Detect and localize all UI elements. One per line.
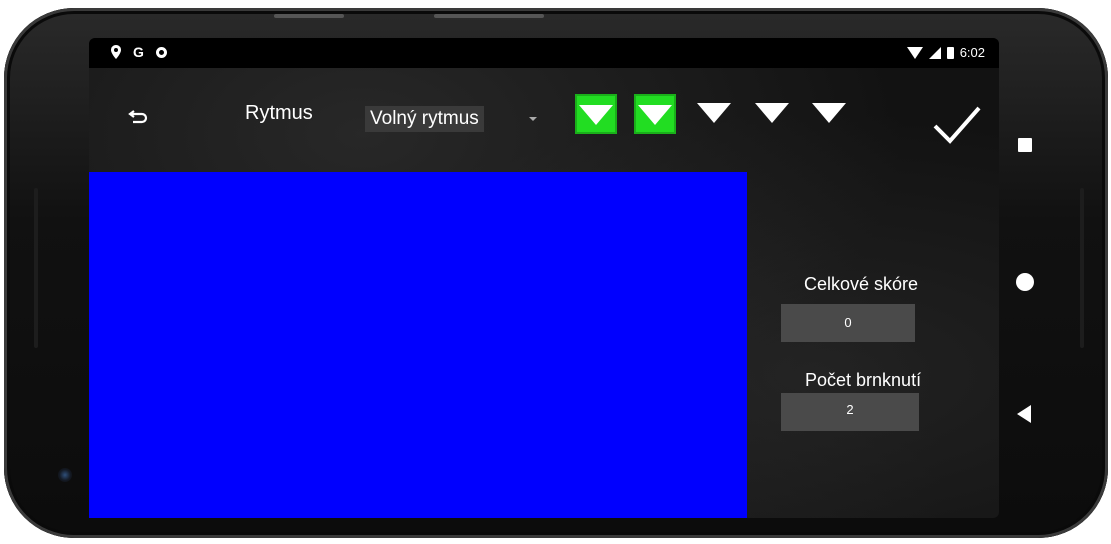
status-time: 6:02 bbox=[959, 45, 985, 60]
strum-down-icon bbox=[697, 103, 731, 123]
strum-button-2[interactable] bbox=[634, 94, 676, 134]
front-camera bbox=[58, 468, 72, 482]
strum-button-1[interactable] bbox=[575, 94, 617, 134]
total-score-label: Celkové skóre bbox=[804, 274, 919, 294]
strum-down-icon bbox=[638, 105, 672, 125]
strum-count-label: Počet brnknutí bbox=[805, 370, 922, 390]
chevron-down-icon[interactable] bbox=[529, 117, 537, 121]
strum-count-value: 2 bbox=[781, 393, 919, 431]
left-speaker-grille bbox=[34, 188, 38, 348]
power-button bbox=[434, 14, 544, 18]
strum-down-icon bbox=[755, 103, 789, 123]
wifi-icon bbox=[906, 46, 923, 59]
total-score-value: 0 bbox=[781, 304, 915, 342]
battery-icon bbox=[946, 46, 954, 59]
recents-icon[interactable] bbox=[1018, 138, 1032, 152]
checkmark-icon[interactable] bbox=[932, 104, 982, 146]
rhythm-label: Rytmus bbox=[245, 102, 313, 124]
right-speaker-grille bbox=[1080, 188, 1084, 348]
status-bar: G 6:02 bbox=[89, 38, 999, 68]
rhythm-select[interactable]: Volný rytmus bbox=[365, 106, 484, 132]
strum-button-4[interactable] bbox=[751, 94, 793, 134]
strum-down-icon bbox=[812, 103, 846, 123]
signal-icon bbox=[928, 46, 941, 59]
strum-down-icon bbox=[579, 105, 613, 125]
location-icon bbox=[111, 45, 121, 59]
strum-button-5[interactable] bbox=[808, 94, 850, 134]
undo-back-icon[interactable] bbox=[127, 104, 151, 128]
google-icon: G bbox=[133, 44, 144, 60]
volume-button bbox=[274, 14, 344, 18]
toolbar bbox=[89, 68, 999, 178]
circle-icon bbox=[155, 46, 167, 58]
back-nav-icon[interactable] bbox=[1017, 405, 1031, 423]
game-area[interactable] bbox=[89, 172, 747, 518]
strum-button-3[interactable] bbox=[693, 94, 735, 134]
home-icon[interactable] bbox=[1016, 273, 1034, 291]
